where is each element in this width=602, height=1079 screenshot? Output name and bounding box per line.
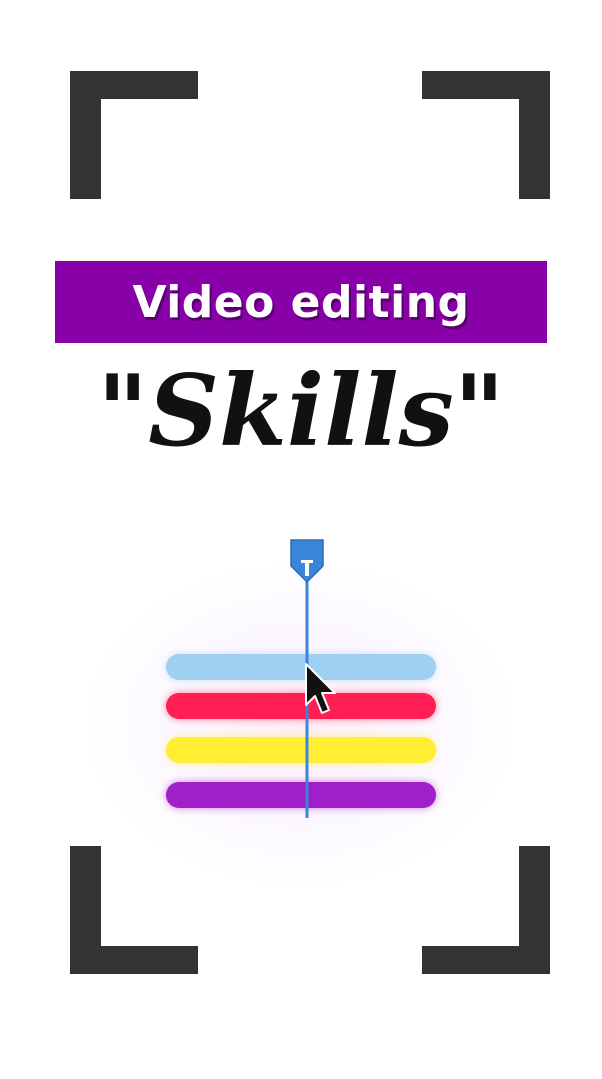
timeline-tracks — [166, 654, 436, 808]
track-bar-2 — [166, 693, 436, 719]
track-bar-1 — [166, 654, 436, 680]
thumbnail-canvas: Video editing "Skills" — [0, 0, 602, 1079]
track-bar-3 — [166, 737, 436, 763]
timeline-illustration — [166, 539, 436, 818]
track-bar-4 — [166, 782, 436, 808]
